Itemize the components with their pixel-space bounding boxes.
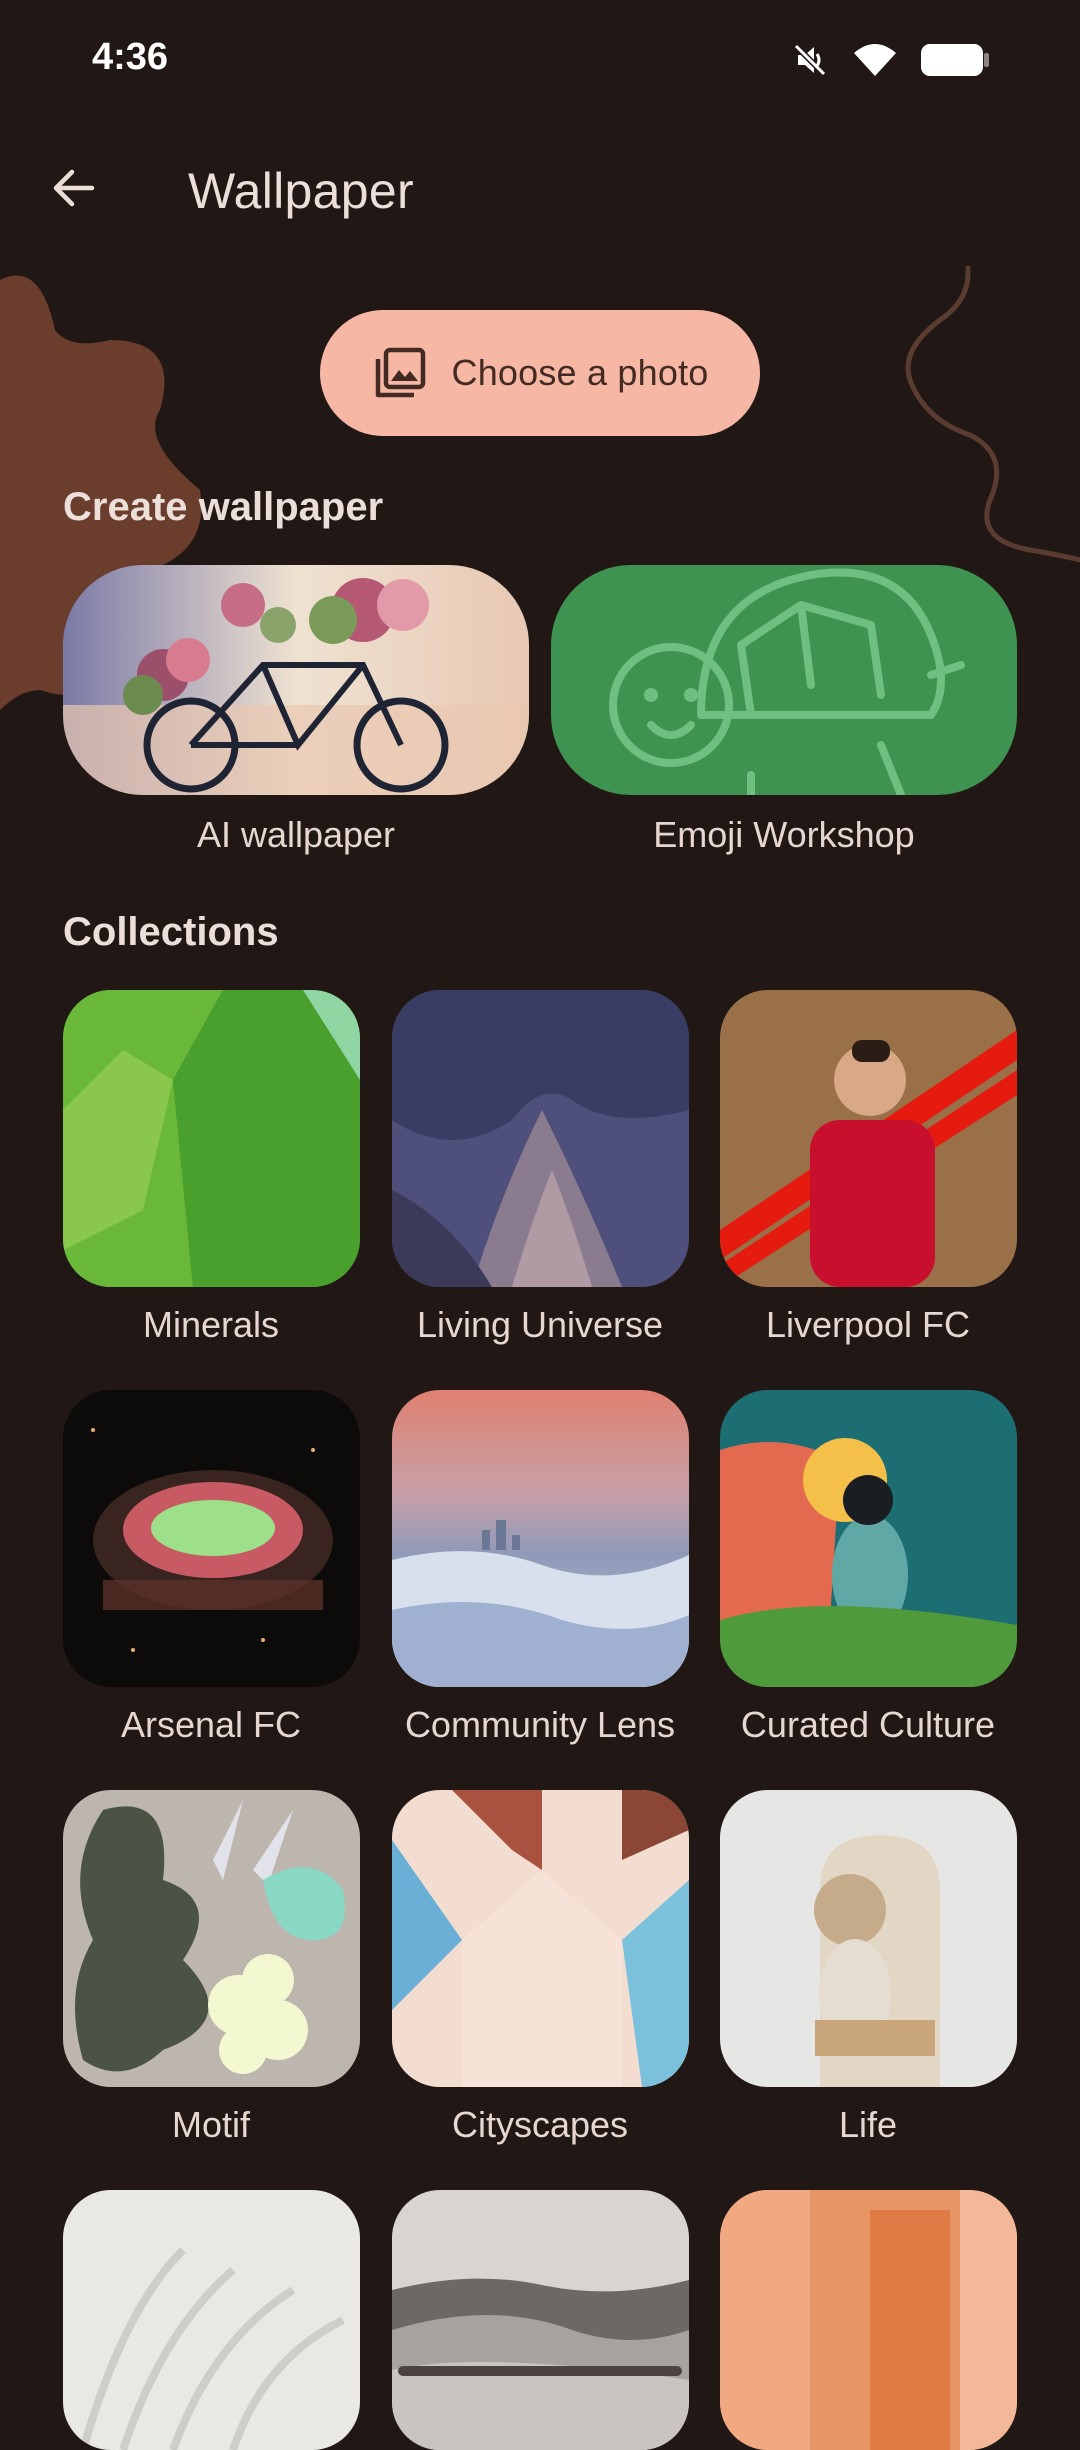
choose-photo-label: Choose a photo bbox=[451, 352, 709, 393]
back-arrow-icon bbox=[53, 169, 95, 207]
emoji-workshop-label: Emoji Workshop bbox=[653, 814, 915, 855]
ai-wallpaper-label: AI wallpaper bbox=[196, 814, 396, 855]
choose-photo-button[interactable]: Choose a photo bbox=[320, 310, 760, 436]
wifi-icon bbox=[852, 40, 898, 85]
mute-icon bbox=[790, 40, 830, 85]
liverpool-fc-thumbnail bbox=[720, 990, 1017, 1287]
photo-library-icon bbox=[375, 347, 425, 398]
collection-tile-life[interactable] bbox=[720, 1790, 1017, 2087]
collection-label-community-lens: Community Lens bbox=[404, 1704, 676, 1745]
cityscapes-thumbnail bbox=[392, 1790, 689, 2087]
collection-label-minerals: Minerals bbox=[142, 1304, 280, 1345]
collection-tile-motif[interactable] bbox=[63, 1790, 360, 2087]
collection-tile-dunes[interactable] bbox=[392, 2190, 689, 2450]
collection-label-motif: Motif bbox=[171, 2104, 250, 2145]
collection-tile-cityscapes[interactable] bbox=[392, 1790, 689, 2087]
collection-tile-living-universe[interactable] bbox=[392, 990, 689, 1287]
motif-thumbnail bbox=[63, 1790, 360, 2087]
decorative-squiggle bbox=[905, 265, 1080, 563]
community-lens-thumbnail bbox=[392, 1390, 689, 1687]
collection-label-cityscapes: Cityscapes bbox=[451, 2104, 629, 2145]
collection-tile-community-lens[interactable] bbox=[392, 1390, 689, 1687]
collections-title: Collections bbox=[63, 910, 279, 954]
ai-wallpaper-card[interactable] bbox=[63, 565, 529, 795]
emoji-workshop-card[interactable] bbox=[551, 565, 1017, 795]
status-time: 4:36 bbox=[92, 36, 169, 78]
abstract-orange-thumbnail bbox=[720, 2190, 1017, 2450]
collection-label-liverpool-fc: Liverpool FC bbox=[765, 1304, 971, 1345]
living-universe-thumbnail bbox=[392, 990, 689, 1287]
life-thumbnail bbox=[720, 1790, 1017, 2087]
collection-tile-minerals[interactable] bbox=[63, 990, 360, 1287]
collection-label-curated-culture: Curated Culture bbox=[740, 1704, 996, 1745]
collection-tile-abstract-orange[interactable] bbox=[720, 2190, 1017, 2450]
collection-tile-curated-culture[interactable] bbox=[720, 1390, 1017, 1687]
battery-icon bbox=[920, 41, 990, 84]
status-bar: 4:36 bbox=[0, 0, 1080, 120]
status-icons bbox=[790, 38, 990, 86]
minerals-thumbnail bbox=[63, 990, 360, 1287]
create-wallpaper-title: Create wallpaper bbox=[63, 485, 384, 529]
arsenal-fc-thumbnail bbox=[63, 1390, 360, 1687]
collection-label-living-universe: Living Universe bbox=[416, 1304, 664, 1345]
collection-tile-liverpool-fc[interactable] bbox=[720, 990, 1017, 1287]
page-title: Wallpaper bbox=[188, 163, 414, 219]
feathers-thumbnail bbox=[63, 2190, 360, 2450]
dunes-thumbnail bbox=[392, 2190, 689, 2450]
back-button[interactable] bbox=[36, 150, 112, 226]
turtle-emoji-illustration bbox=[609, 568, 965, 795]
collection-label-life: Life bbox=[838, 2104, 898, 2145]
collection-tile-feathers[interactable] bbox=[63, 2190, 360, 2450]
curated-culture-thumbnail bbox=[720, 1390, 1017, 1687]
collection-tile-arsenal-fc[interactable] bbox=[63, 1390, 360, 1687]
home-indicator[interactable] bbox=[398, 2366, 682, 2376]
collection-label-arsenal-fc: Arsenal FC bbox=[120, 1704, 302, 1745]
ai-wallpaper-thumbnail bbox=[63, 565, 529, 795]
